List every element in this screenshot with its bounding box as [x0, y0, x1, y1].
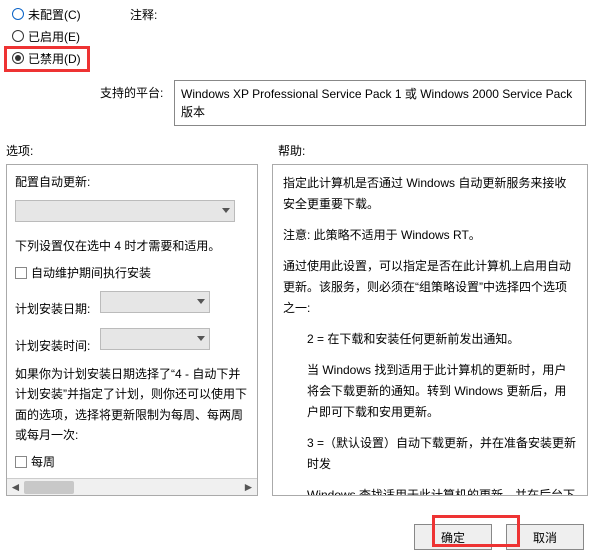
scroll-thumb[interactable]	[24, 481, 74, 494]
radio-icon	[12, 8, 24, 20]
cancel-button[interactable]: 取消	[506, 524, 584, 550]
radio-icon	[12, 52, 24, 64]
help-text: 指定此计算机是否通过 Windows 自动更新服务来接收安全更重要下载。	[283, 173, 577, 215]
help-heading: 帮助:	[278, 142, 305, 159]
supported-platform-text: Windows XP Professional Service Pack 1 或…	[181, 87, 572, 119]
chk-maintenance[interactable]: 自动维护期间执行安装	[15, 264, 249, 281]
auto-update-combo[interactable]	[15, 200, 235, 222]
help-text: 当 Windows 找到适用于此计算机的更新时，用户将会下载更新的通知。转到 W…	[283, 360, 577, 423]
options-heading: 选项:	[6, 144, 33, 158]
button-label: 确定	[441, 529, 465, 546]
supported-platform-box: Windows XP Professional Service Pack 1 或…	[174, 80, 586, 126]
help-text: 2 = 在下载和安装任何更新前发出通知。	[283, 329, 577, 350]
ok-button[interactable]: 确定	[414, 524, 492, 550]
radio-disabled[interactable]: 已禁用(D)	[10, 48, 92, 68]
comment-label: 注释:	[130, 6, 157, 23]
scroll-right-icon[interactable]: ►	[240, 479, 257, 496]
sched-time-label: 计划安装时间:	[15, 339, 90, 353]
help-text: 3 =（默认设置）自动下载更新，并在准备安装更新时发	[283, 433, 577, 475]
checkbox-icon	[15, 267, 27, 279]
radio-enabled[interactable]: 已启用(E)	[10, 26, 92, 46]
help-pane: 指定此计算机是否通过 Windows 自动更新服务来接收安全更重要下载。 注意:…	[272, 164, 588, 496]
sched-date-combo[interactable]	[100, 291, 210, 313]
radio-label: 未配置(C)	[28, 6, 81, 23]
options-hscrollbar[interactable]: ◄ ►	[7, 478, 257, 495]
scroll-left-icon[interactable]: ◄	[7, 479, 24, 496]
help-text: 通过使用此设置，可以指定是否在此计算机上启用自动更新。该服务，则必须在“组策略设…	[283, 256, 577, 319]
options-title: 配置自动更新:	[15, 173, 249, 192]
sched-time-combo[interactable]	[100, 328, 210, 350]
radio-not-configured[interactable]: 未配置(C)	[10, 4, 92, 24]
help-text: Windows 查找适用于此计算机的更新，并在后台下载在此过程中，用户不会收到通…	[283, 485, 577, 496]
chk-label: 自动维护期间执行安装	[31, 264, 151, 281]
options-para: 如果你为计划安装日期选择了“4 - 自动下并计划安装”并指定了计划，则你还可以使…	[15, 364, 249, 446]
sched-date-label: 计划安装日期:	[15, 302, 90, 316]
checkbox-icon	[15, 456, 27, 468]
button-label: 取消	[533, 529, 557, 546]
supported-platform-label: 支持的平台:	[100, 84, 163, 101]
radio-label: 已禁用(D)	[28, 50, 81, 67]
radio-label: 已启用(E)	[28, 28, 80, 45]
help-text: 注意: 此策略不适用于 Windows RT。	[283, 225, 577, 246]
radio-icon	[12, 30, 24, 42]
chk-label: 每周	[31, 453, 55, 470]
options-pane: 配置自动更新: 下列设置仅在选中 4 时才需要和适用。 自动维护期间执行安装 计…	[6, 164, 258, 496]
options-note: 下列设置仅在选中 4 时才需要和适用。	[15, 237, 249, 256]
chk-every-week[interactable]: 每周	[15, 453, 249, 470]
